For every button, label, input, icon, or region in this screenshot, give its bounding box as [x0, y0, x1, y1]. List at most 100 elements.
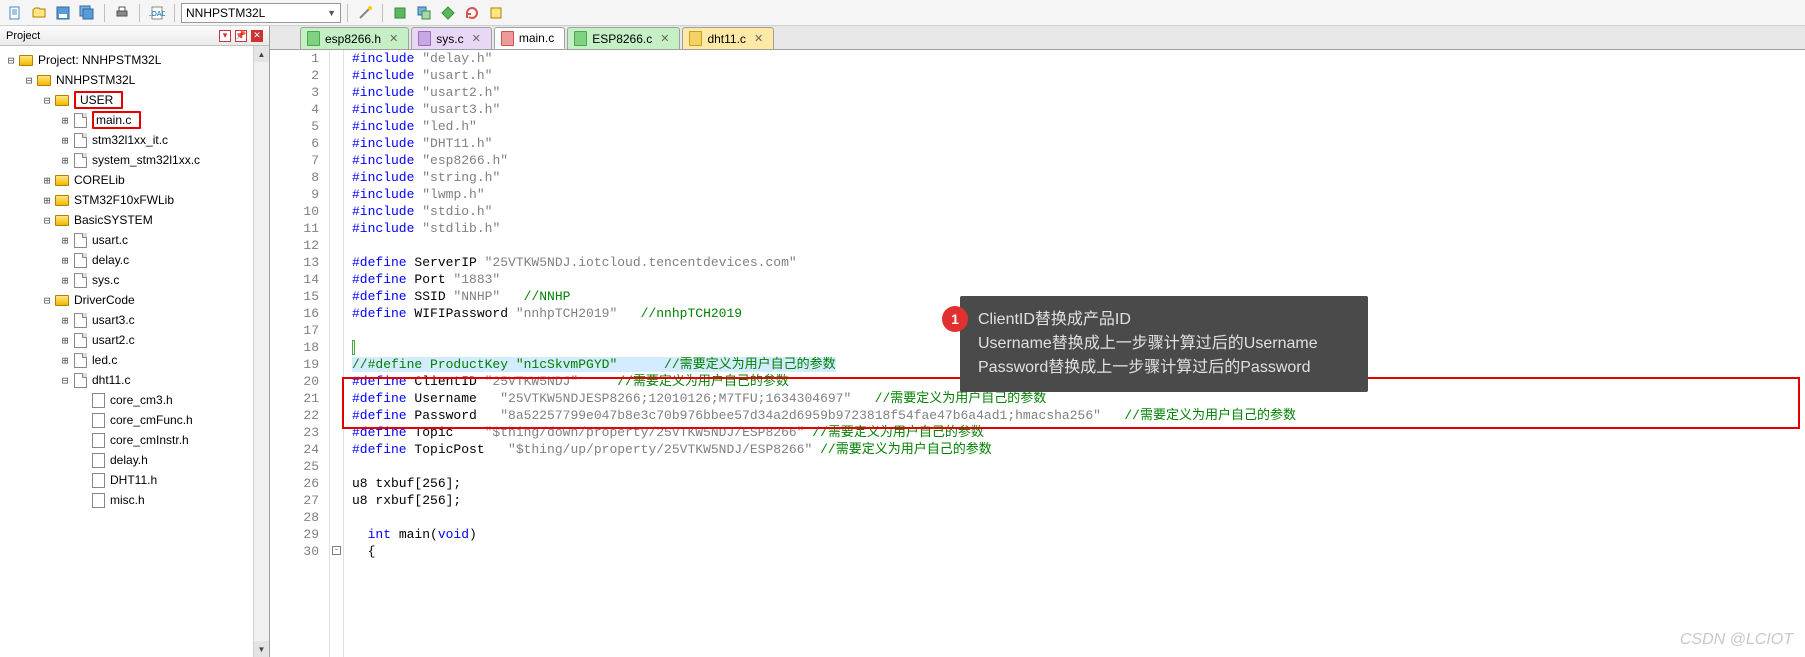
code-line[interactable]: #include "delay.h"	[352, 50, 1805, 67]
tree-item[interactable]: ⊟BasicSYSTEM	[0, 210, 269, 230]
file-icon	[574, 31, 587, 46]
tree-item[interactable]: ⊞led.c	[0, 350, 269, 370]
code-line[interactable]: #include "usart3.h"	[352, 101, 1805, 118]
open-icon[interactable]	[28, 2, 50, 24]
new-file-icon[interactable]	[4, 2, 26, 24]
tree-item[interactable]: ⊞stm32l1xx_it.c	[0, 130, 269, 150]
tab-label: sys.c	[436, 32, 463, 46]
tree-item[interactable]: core_cmInstr.h	[0, 430, 269, 450]
print-icon[interactable]	[111, 2, 133, 24]
close-tab-icon[interactable]: ✕	[660, 32, 669, 45]
code-line[interactable]: u8 rxbuf[256];	[352, 492, 1805, 509]
annotation-box: 1 ClientID替换成产品ID Username替换成上一步骤计算过后的Us…	[960, 296, 1368, 392]
tree-item[interactable]: ⊞usart2.c	[0, 330, 269, 350]
file-icon	[307, 31, 320, 46]
code-line[interactable]: #include "usart.h"	[352, 67, 1805, 84]
rebuild-icon[interactable]	[461, 2, 483, 24]
annotation-line3: Password替换成上一步骤计算过后的Password	[978, 356, 1350, 380]
code-line[interactable]: int main(void)	[352, 526, 1805, 543]
code-line[interactable]: u8 txbuf[256];	[352, 475, 1805, 492]
code-line[interactable]: #include "usart2.h"	[352, 84, 1805, 101]
close-tab-icon[interactable]: ✕	[389, 32, 398, 45]
file-icon	[689, 31, 702, 46]
save-all-icon[interactable]	[76, 2, 98, 24]
tree-item[interactable]: ⊞usart3.c	[0, 310, 269, 330]
save-icon[interactable]	[52, 2, 74, 24]
tab-main-c[interactable]: main.c	[494, 27, 565, 49]
scrollbar[interactable]: ▲▼	[253, 46, 269, 657]
code-line[interactable]: #include "lwmp.h"	[352, 186, 1805, 203]
tree-item[interactable]: ⊞main.c	[0, 110, 269, 130]
project-panel: Project ▾ 📌 ✕ ⊟Project: NNHPSTM32L⊟NNHPS…	[0, 26, 270, 657]
line-gutter: 1234567891011121314151617181920212223242…	[270, 50, 330, 657]
project-tree[interactable]: ⊟Project: NNHPSTM32L⊟NNHPSTM32L⊟USER⊞mai…	[0, 46, 269, 657]
code-line[interactable]: #define Username "25VTKW5NDJESP8266;1201…	[352, 390, 1805, 407]
editor-tabs: esp8266.h ✕ sys.c ✕ main.c ESP8266.c ✕ dht11.c ✕	[270, 26, 1805, 50]
code-line[interactable]: #include "esp8266.h"	[352, 152, 1805, 169]
tree-item[interactable]: ⊞CORELib	[0, 170, 269, 190]
file-icon	[418, 31, 431, 46]
scroll-up-icon[interactable]: ▲	[254, 46, 269, 62]
tree-item[interactable]: ⊟dht11.c	[0, 370, 269, 390]
code-line[interactable]: #include "string.h"	[352, 169, 1805, 186]
tree-item[interactable]: core_cmFunc.h	[0, 410, 269, 430]
project-panel-title: Project	[6, 30, 40, 42]
close-tab-icon[interactable]: ✕	[472, 32, 481, 45]
annotation-line2: Username替换成上一步骤计算过后的Username	[978, 332, 1350, 356]
tool-copy-icon[interactable]	[413, 2, 435, 24]
code-line[interactable]: #define Topic "$thing/down/property/25VT…	[352, 424, 1805, 441]
file-icon	[501, 31, 514, 46]
code-line[interactable]: #define ServerIP "25VTKW5NDJ.iotcloud.te…	[352, 254, 1805, 271]
build-icon[interactable]: LOAD	[146, 2, 168, 24]
code-line[interactable]: {	[352, 543, 1805, 560]
tree-item[interactable]: ⊟Project: NNHPSTM32L	[0, 50, 269, 70]
code-line[interactable]: #include "stdio.h"	[352, 203, 1805, 220]
chevron-down-icon: ▼	[327, 8, 336, 18]
tree-item[interactable]: ⊞system_stm32l1xx.c	[0, 150, 269, 170]
code-line[interactable]	[352, 458, 1805, 475]
tab-dht11-c[interactable]: dht11.c ✕	[682, 27, 774, 49]
svg-text:LOAD: LOAD	[149, 11, 165, 18]
annotation-line1: ClientID替换成产品ID	[978, 308, 1350, 332]
diamond-icon[interactable]	[437, 2, 459, 24]
tab-label: dht11.c	[707, 32, 745, 46]
tree-item[interactable]: ⊞STM32F10xFWLib	[0, 190, 269, 210]
main-toolbar: LOAD NNHPSTM32L ▼	[0, 0, 1805, 26]
outline-gutter[interactable]: -	[330, 50, 344, 657]
scroll-down-icon[interactable]: ▼	[254, 641, 269, 657]
tree-item[interactable]: misc.h	[0, 490, 269, 510]
code-line[interactable]: #define Password "8a52257799e047b8e3c70b…	[352, 407, 1805, 424]
tree-item[interactable]: ⊟DriverCode	[0, 290, 269, 310]
tree-item[interactable]: ⊟USER	[0, 90, 269, 110]
tree-item[interactable]: ⊞usart.c	[0, 230, 269, 250]
target-combo[interactable]: NNHPSTM32L ▼	[181, 3, 341, 23]
target-combo-value: NNHPSTM32L	[186, 6, 265, 20]
close-tab-icon[interactable]: ✕	[754, 32, 763, 45]
code-line[interactable]: #define Port "1883"	[352, 271, 1805, 288]
project-panel-header: Project ▾ 📌 ✕	[0, 26, 269, 46]
code-line[interactable]: #include "DHT11.h"	[352, 135, 1805, 152]
tree-item[interactable]: ⊞delay.c	[0, 250, 269, 270]
tab-label: esp8266.h	[325, 32, 381, 46]
pin-icon[interactable]: ▾	[219, 30, 231, 42]
tab-ESP8266-c[interactable]: ESP8266.c ✕	[567, 27, 680, 49]
tree-item[interactable]: core_cm3.h	[0, 390, 269, 410]
code-line[interactable]	[352, 509, 1805, 526]
code-line[interactable]: #define TopicPost "$thing/up/property/25…	[352, 441, 1805, 458]
code-line[interactable]: #include "stdlib.h"	[352, 220, 1805, 237]
tool-green-icon[interactable]	[389, 2, 411, 24]
tab-label: main.c	[519, 31, 554, 45]
code-line[interactable]	[352, 237, 1805, 254]
pin2-icon[interactable]: 📌	[235, 30, 247, 42]
tree-item[interactable]: delay.h	[0, 450, 269, 470]
tab-esp8266-h[interactable]: esp8266.h ✕	[300, 27, 409, 49]
code-line[interactable]: #include "led.h"	[352, 118, 1805, 135]
tab-sys-c[interactable]: sys.c ✕	[411, 27, 492, 49]
wand-icon[interactable]	[354, 2, 376, 24]
package-icon[interactable]	[485, 2, 507, 24]
tree-item[interactable]: DHT11.h	[0, 470, 269, 490]
tab-label: ESP8266.c	[592, 32, 652, 46]
tree-item[interactable]: ⊟NNHPSTM32L	[0, 70, 269, 90]
close-panel-icon[interactable]: ✕	[251, 30, 263, 42]
tree-item[interactable]: ⊞sys.c	[0, 270, 269, 290]
